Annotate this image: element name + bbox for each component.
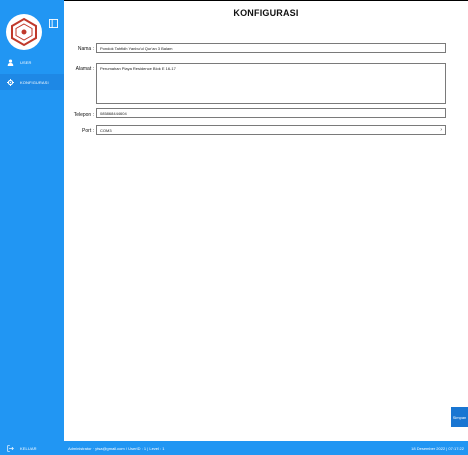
sidebar-item-label: USER <box>20 59 32 65</box>
logout-icon <box>0 444 20 452</box>
chevron-right-icon: › <box>440 127 442 133</box>
sidebar-item-konfigurasi[interactable]: KONFIGURASI <box>0 74 64 90</box>
sidebar: USER KONFIGURASI KELUAR <box>0 0 64 455</box>
logout-button[interactable]: KELUAR <box>0 440 64 455</box>
nama-label: Nama : <box>77 46 94 52</box>
telepon-field[interactable] <box>96 108 446 118</box>
status-datetime: 18 Desember 2022 | 07:17:22 <box>411 445 464 451</box>
port-select[interactable]: COM3 › <box>96 125 446 135</box>
save-button[interactable]: Simpan <box>451 407 468 427</box>
sidebar-item-label: KONFIGURASI <box>20 79 49 85</box>
user-icon <box>0 58 20 66</box>
status-user-info: Administrator · ytsa@gmail.com / UserID … <box>68 445 165 451</box>
logout-label: KELUAR <box>20 445 37 451</box>
top-divider <box>64 0 468 1</box>
page-title: KONFIGURASI <box>233 8 299 18</box>
telepon-label: Telepon : <box>73 112 94 118</box>
port-selected-value: COM3 <box>100 127 112 133</box>
nama-field[interactable] <box>96 43 446 53</box>
collapse-sidebar-icon[interactable] <box>46 16 60 30</box>
alamat-field[interactable]: Perumahan Playa Residence Blok E 16-17 <box>96 63 446 104</box>
sidebar-item-user[interactable]: USER <box>0 54 64 70</box>
alamat-label: Alamat : <box>75 66 94 72</box>
status-bar: Administrator · ytsa@gmail.com / UserID … <box>64 441 468 455</box>
hexagon-logo-icon <box>11 17 37 47</box>
app-logo <box>6 14 42 50</box>
gear-icon <box>0 78 20 86</box>
port-label: Port : <box>82 128 94 134</box>
